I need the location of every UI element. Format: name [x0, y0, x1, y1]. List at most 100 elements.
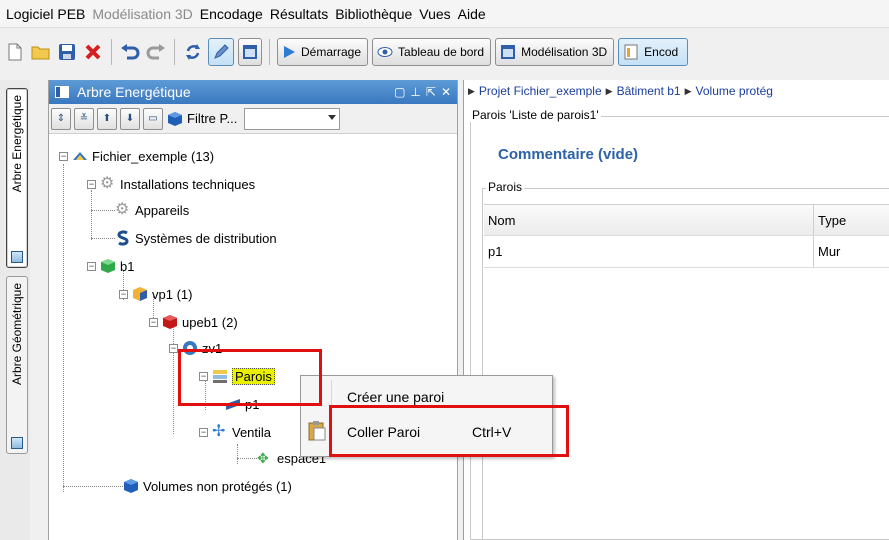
energy-tree-panel: Arbre Energétique ▢ ⊥ ⇱ ✕ ⇕ ≚ ⬆ ⬇ ▭ Filt…: [48, 80, 458, 540]
delete-icon[interactable]: [82, 41, 104, 63]
chevron-right-icon: ▶: [468, 85, 475, 96]
menu-modelisation-3d[interactable]: Modélisation 3D: [92, 6, 192, 22]
side-tab-strip: Arbre Energétique Arbre Géométrique: [0, 80, 30, 540]
menu-logiciel-peb[interactable]: Logiciel PEB: [6, 6, 85, 22]
expand-collapse-icon[interactable]: ⇕: [51, 107, 71, 130]
tree-node-label: p1: [245, 396, 260, 412]
panel-window-controls: ▢ ⊥ ⇱ ✕: [394, 85, 457, 99]
shortcut-label: Ctrl+V: [472, 424, 512, 440]
tree-node-ventilation[interactable]: − ✢ Ventila: [199, 422, 271, 442]
column-header-nom[interactable]: Nom: [484, 205, 814, 235]
menu-gutter: [331, 380, 332, 454]
tree-node-p1[interactable]: p1: [225, 394, 259, 414]
menu-aide[interactable]: Aide: [458, 6, 486, 22]
tree-node-installations[interactable]: − ⚙ Installations techniques: [87, 174, 255, 194]
tree-connector: [63, 486, 123, 487]
undo-icon[interactable]: [119, 41, 141, 63]
toolbar-separator: [111, 39, 112, 65]
column-header-type[interactable]: Type: [814, 205, 889, 235]
move-up-icon[interactable]: ⬆: [97, 107, 117, 130]
table-row[interactable]: p1 Mur: [484, 236, 889, 268]
collapse-toggle[interactable]: −: [59, 151, 68, 161]
collapse-toggle[interactable]: −: [149, 317, 158, 327]
breadcrumb-item[interactable]: Projet Fichier_exemple: [479, 84, 602, 98]
menu-item-coller-paroi[interactable]: Coller Paroi: [347, 424, 420, 440]
new-file-icon[interactable]: [4, 41, 26, 63]
tree-node-root[interactable]: − Fichier_exemple (13): [59, 146, 214, 166]
tab-arbre-geometrique[interactable]: Arbre Géométrique: [6, 276, 28, 454]
tab-arbre-energetique[interactable]: Arbre Energétique: [6, 88, 28, 268]
context-menu: Créer une paroi Coller Paroi Ctrl+V: [300, 375, 553, 457]
tree-node-label: Appareils: [135, 202, 190, 218]
gear-icon: ⚙: [115, 201, 130, 218]
menu-resultats[interactable]: Résultats: [270, 6, 328, 22]
tree-node-label: b1: [120, 258, 135, 274]
minimize-icon[interactable]: ▢: [394, 85, 405, 99]
tree-node-label: Installations techniques: [120, 176, 256, 192]
collapse-toggle[interactable]: −: [169, 343, 178, 353]
menu-item-creer-paroi[interactable]: Créer une paroi: [347, 389, 444, 405]
comment-link[interactable]: Commentaire (vide): [498, 146, 638, 163]
modelisation-3d-button[interactable]: Modélisation 3D: [495, 38, 615, 66]
breadcrumb-item[interactable]: Volume protég: [696, 84, 773, 98]
window-icon: [243, 45, 257, 59]
window-icon: [501, 45, 516, 59]
tree-node-b1[interactable]: − b1: [87, 256, 134, 276]
refresh-icon[interactable]: [182, 41, 204, 63]
open-folder-icon[interactable]: [30, 41, 52, 63]
tab-label: Arbre Géométrique: [10, 283, 24, 386]
panel-icon: [11, 437, 23, 449]
tree-connector: [91, 190, 92, 240]
tree-node-vp1[interactable]: − vp1 (1): [119, 284, 192, 304]
tree-node-distribution[interactable]: Systèmes de distribution: [115, 228, 277, 248]
tree-node-parois[interactable]: − Parois: [199, 366, 275, 386]
panel-title: Arbre Energétique: [77, 84, 191, 100]
tool-mode-button[interactable]: [208, 38, 234, 66]
tree-node-zv1[interactable]: − zv1: [169, 338, 222, 358]
tree-panel-icon: [55, 86, 69, 98]
window-view-button[interactable]: [238, 38, 262, 66]
menu-bibliotheque[interactable]: Bibliothèque: [335, 6, 412, 22]
save-icon[interactable]: [56, 41, 78, 63]
redo-icon[interactable]: [145, 41, 167, 63]
encodage-button[interactable]: Encod: [618, 38, 689, 66]
tree-node-label-selected: Parois: [232, 367, 275, 385]
collapse-toggle[interactable]: −: [87, 179, 96, 189]
tree-connector: [91, 238, 115, 239]
tree-node-label: vp1 (1): [152, 286, 193, 302]
close-icon[interactable]: ✕: [441, 85, 451, 99]
tree-node-label: upeb1 (2): [182, 314, 238, 330]
tree-node-upeb1[interactable]: − upeb1 (2): [149, 312, 238, 332]
tree-node-volumes-non-proteges[interactable]: Volumes non protégés (1): [123, 476, 292, 496]
building-cube-icon: [101, 259, 115, 273]
unit-cube-icon: [163, 315, 177, 329]
filter-dropdown[interactable]: [244, 107, 341, 130]
table-cell-type: Mur: [818, 244, 841, 259]
breadcrumb-item[interactable]: Bâtiment b1: [617, 84, 681, 98]
pin-icon[interactable]: ⊥: [410, 85, 420, 99]
demarrage-label: Démarrage: [301, 45, 362, 59]
menu-encodage[interactable]: Encodage: [200, 6, 263, 22]
collapse-toggle[interactable]: −: [199, 371, 208, 381]
collapse-all-icon[interactable]: ≚: [74, 107, 94, 130]
table-cell-nom: p1: [484, 236, 814, 267]
grid-icon[interactable]: ▭: [143, 107, 163, 130]
tree-node-appareils[interactable]: ⚙ Appareils: [115, 200, 189, 220]
table-header-row: Nom Type: [484, 204, 889, 236]
float-icon[interactable]: ⇱: [426, 85, 436, 99]
tableau-de-bord-button[interactable]: Tableau de bord: [372, 38, 492, 66]
wall-layers-icon: [213, 370, 227, 383]
group-title: Parois 'Liste de parois1': [470, 108, 601, 122]
pen-tool-icon: [214, 44, 229, 59]
move-down-icon[interactable]: ⬇: [120, 107, 140, 130]
cube-icon[interactable]: [166, 108, 184, 130]
collapse-toggle[interactable]: −: [87, 261, 96, 271]
details-panel: ▶ Projet Fichier_exemple ▶ Bâtiment b1 ▶…: [463, 80, 889, 540]
menu-vues[interactable]: Vues: [419, 6, 450, 22]
collapse-toggle[interactable]: −: [199, 427, 208, 437]
energy-tree: − Fichier_exemple (13) − ⚙ Installations…: [49, 136, 457, 540]
demarrage-button[interactable]: Démarrage: [277, 38, 369, 66]
collapse-toggle[interactable]: −: [119, 289, 128, 299]
panel-title-bar: Arbre Energétique ▢ ⊥ ⇱ ✕: [49, 80, 457, 104]
cube-icon: [124, 479, 138, 493]
